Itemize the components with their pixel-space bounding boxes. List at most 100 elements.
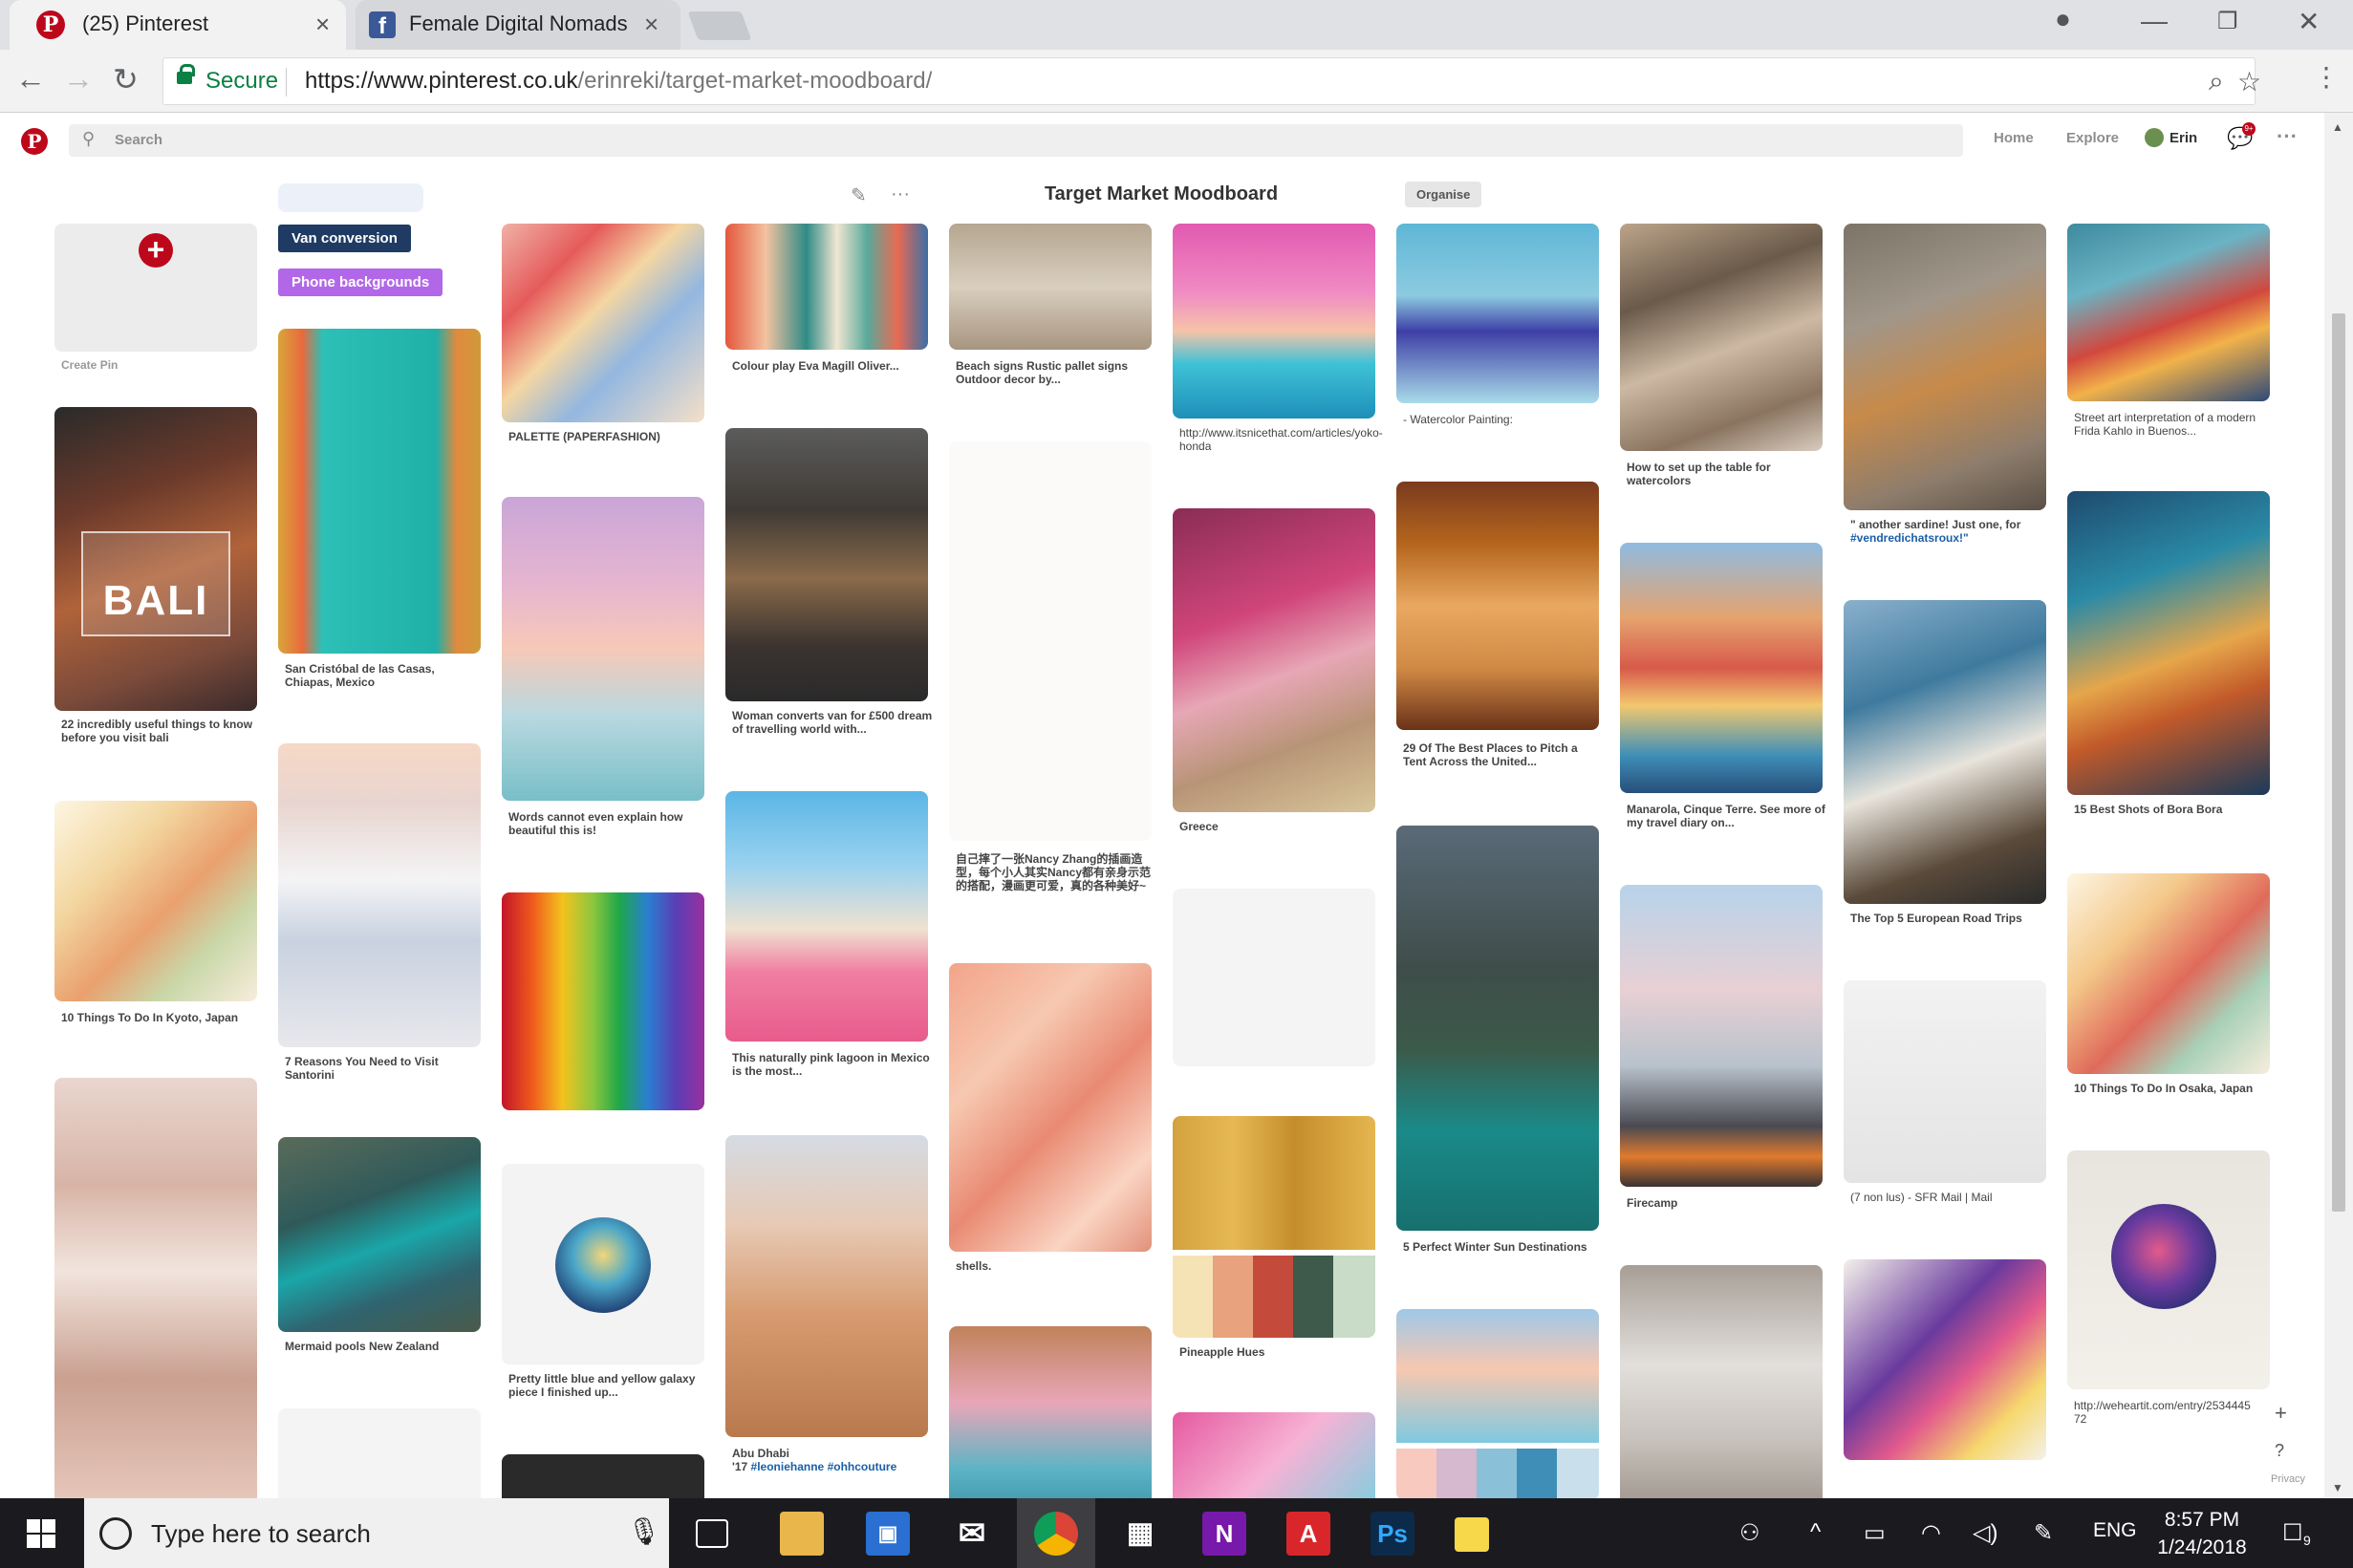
chrome-icon[interactable] [1034, 1512, 1078, 1556]
calendar-icon[interactable]: ▦ [1118, 1512, 1162, 1556]
pin-caption[interactable]: 7 Reasons You Need to Visit Santorini [285, 1055, 486, 1082]
pin-image-mermaid-pools[interactable] [278, 1137, 481, 1332]
pin-image-road-trips[interactable] [1844, 600, 2046, 904]
minimize-icon[interactable]: — [2141, 6, 2168, 36]
pin-caption[interactable]: Beach signs Rustic pallet signs Outdoor … [956, 359, 1156, 386]
pin-image-floral-tattoo[interactable] [54, 1078, 257, 1498]
profile-icon[interactable]: ● [2055, 4, 2071, 34]
scroll-up-icon[interactable]: ▲ [2332, 120, 2343, 134]
pin-image-cinque-terre[interactable] [1620, 543, 1823, 793]
pin-caption[interactable]: Greece [1179, 820, 1380, 833]
taskbar-search-box[interactable]: Type here to search 🎙 [84, 1498, 669, 1568]
scroll-down-icon[interactable]: ▼ [2332, 1481, 2343, 1494]
pin-caption[interactable]: Street art interpretation of a modern Fr… [2074, 411, 2275, 438]
pin-caption[interactable]: Mermaid pools New Zealand [285, 1340, 486, 1353]
caption-hashtags[interactable]: #leoniehanne #ohhcouture [751, 1460, 897, 1473]
task-view-icon[interactable] [696, 1519, 728, 1548]
tab-female-digital-nomads[interactable]: f Female Digital Nomads × [356, 0, 680, 50]
pin-caption[interactable]: This naturally pink lagoon in Mexico is … [732, 1051, 933, 1078]
pin-caption[interactable]: - Watercolor Painting: [1403, 413, 1604, 426]
pin-image-kyoto[interactable] [54, 801, 257, 1001]
pin-image-brushes[interactable] [1620, 224, 1823, 451]
pin-image-blue-door[interactable] [949, 1326, 1152, 1498]
pin-image-santorini[interactable] [278, 743, 481, 1047]
language-indicator[interactable]: ENG [2093, 1519, 2137, 1542]
pen-icon[interactable]: ✎ [2034, 1519, 2053, 1547]
pin-image-tent-desert[interactable] [1396, 482, 1599, 730]
chrome-menu-icon[interactable]: ⋮ [2313, 61, 2340, 93]
scrollbar-thumb[interactable] [2332, 313, 2345, 1212]
pin-image-palette[interactable] [502, 224, 704, 422]
pin-image-frida-street-art[interactable] [2067, 224, 2270, 401]
help-icon[interactable]: ? [2275, 1441, 2284, 1461]
organise-button[interactable]: Organise [1405, 182, 1482, 207]
pin-image-pineapples[interactable] [1173, 1116, 1375, 1338]
pin-caption[interactable]: Abu Dhabi '17 #leoniehanne #ohhcouture [732, 1447, 933, 1473]
caption-hashtag[interactable]: #vendredichatsroux!" [1850, 531, 1969, 545]
show-hidden-icons[interactable]: ^ [1810, 1519, 1821, 1546]
action-center-icon[interactable]: ☐ [2282, 1519, 2303, 1547]
system-clock[interactable]: 8:57 PM 1/24/2018 [2145, 1506, 2259, 1561]
pin-caption[interactable]: " another sardine! Just one, for #vendred… [1850, 518, 2051, 545]
bookmark-star-icon[interactable]: ☆ [2237, 66, 2261, 97]
pin-image-cat-sardines[interactable] [1844, 224, 2046, 510]
nav-explore[interactable]: Explore [2066, 130, 2119, 146]
pin-image-lettering[interactable] [502, 1454, 704, 1498]
windows-start-icon[interactable] [27, 1519, 55, 1548]
pin-caption[interactable]: (7 non lus) - SFR Mail | Mail [1850, 1191, 2051, 1204]
restore-icon[interactable]: ❐ [2217, 8, 2238, 35]
microphone-icon[interactable]: 🎙 [627, 1515, 661, 1547]
pin-caption[interactable]: Colour play Eva Magill Oliver... [732, 359, 933, 373]
pin-image-osaka[interactable] [2067, 873, 2270, 1074]
pin-caption[interactable]: Woman converts van for £500 dream of tra… [732, 709, 933, 736]
pin-image-sketch-faces[interactable] [278, 1408, 481, 1498]
pin-image-colour-play[interactable] [725, 224, 928, 350]
onenote-icon[interactable]: N [1202, 1512, 1246, 1556]
pin-caption[interactable]: 10 Things To Do In Osaka, Japan [2074, 1082, 2275, 1095]
reload-icon[interactable]: ↻ [113, 61, 139, 97]
pin-caption[interactable]: http://weheartit.com/entry/253444572 [2074, 1399, 2256, 1426]
create-pin-tile[interactable]: + [54, 224, 257, 352]
avatar[interactable] [2145, 128, 2164, 147]
pin-image-shells[interactable] [949, 963, 1152, 1252]
address-bar[interactable]: Secure https://www.pinterest.co.uk/erinr… [162, 57, 2261, 105]
pin-caption[interactable]: PALETTE (PAPERFASHION) [508, 430, 709, 443]
close-tab-icon[interactable]: × [644, 10, 658, 39]
more-options-icon[interactable]: ··· [2277, 124, 2298, 149]
people-icon[interactable]: ⚇ [1739, 1519, 1760, 1547]
pin-image-greece[interactable] [1173, 508, 1375, 812]
volume-icon[interactable]: ◁) [1973, 1519, 1997, 1547]
pinterest-logo-icon[interactable]: P [21, 128, 48, 155]
pin-caption[interactable]: San Cristóbal de las Casas, Chiapas, Mex… [285, 662, 486, 689]
pin-image-pink-lagoon[interactable] [725, 791, 928, 1042]
pin-caption[interactable]: 15 Best Shots of Bora Bora [2074, 803, 2275, 816]
pin-image-watercolor-flowers[interactable] [1396, 224, 1599, 403]
pin-caption[interactable]: The Top 5 European Road Trips [1850, 912, 2051, 925]
pin-image-sunset-palette[interactable] [1396, 1309, 1599, 1498]
pin-caption[interactable]: How to set up the table for watercolors [1627, 461, 1827, 487]
pin-caption[interactable]: Pineapple Hues [1179, 1345, 1380, 1359]
pin-image-bali[interactable]: BALI [54, 407, 257, 711]
nav-home[interactable]: Home [1994, 130, 2034, 146]
sticky-notes-icon[interactable] [1455, 1517, 1489, 1552]
pin-image-turquoise-door[interactable] [278, 329, 481, 654]
pin-caption[interactable]: 29 Of The Best Places to Pitch a Tent Ac… [1403, 741, 1604, 768]
pin-caption[interactable]: Firecamp [1627, 1196, 1827, 1210]
forward-icon[interactable]: → [63, 61, 94, 97]
pin-image-pink-bokeh[interactable] [1173, 1412, 1375, 1498]
wifi-icon[interactable]: ◠ [1921, 1519, 1941, 1547]
pin-image-firecamp[interactable] [1620, 885, 1823, 1187]
pin-image-abu-dhabi[interactable] [725, 1135, 928, 1437]
pin-caption[interactable]: http://www.itsnicethat.com/articles/yoko… [1179, 426, 1383, 453]
pin-image-lettering-darkness[interactable] [1844, 980, 2046, 1183]
page-scrollbar[interactable]: ▲ ▼ [2324, 113, 2353, 1498]
user-name[interactable]: Erin [2170, 130, 2197, 146]
add-pin-float-icon[interactable]: + [2275, 1401, 2287, 1426]
zoom-icon[interactable]: ⌕ [2209, 66, 2224, 97]
pin-image-halong-bay[interactable] [1396, 826, 1599, 1231]
acrobat-icon[interactable]: A [1286, 1512, 1330, 1556]
pin-image-pastel-sea[interactable] [502, 497, 704, 801]
pin-image-white-top[interactable] [1620, 1265, 1823, 1498]
close-window-icon[interactable]: ✕ [2298, 6, 2320, 37]
photoshop-icon[interactable]: Ps [1371, 1512, 1414, 1556]
